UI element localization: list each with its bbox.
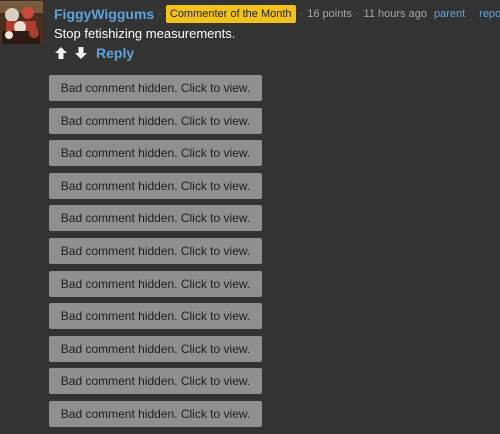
separator: · <box>299 8 304 20</box>
comment-actions: Reply <box>54 44 134 62</box>
arrow-down-icon[interactable] <box>74 46 88 60</box>
hidden-comment-button[interactable]: Bad comment hidden. Click to view. <box>49 140 262 167</box>
avatar-image <box>0 1 43 44</box>
avatar[interactable] <box>0 1 43 44</box>
report-link[interactable]: report <box>479 8 500 20</box>
hidden-comment-button[interactable]: Bad comment hidden. Click to view. <box>49 303 262 330</box>
arrow-up-icon[interactable] <box>54 46 68 60</box>
username-link[interactable]: FiggyWiggums <box>54 6 154 22</box>
hidden-comment-button[interactable]: Bad comment hidden. Click to view. <box>49 75 262 101</box>
points-count: 16 points <box>307 8 352 20</box>
comment-header: FiggyWiggums · Commenter of the Month · … <box>54 5 500 23</box>
hidden-comment-button[interactable]: Bad comment hidden. Click to view. <box>49 107 262 134</box>
hidden-comment-button[interactable]: Bad comment hidden. Click to view. <box>49 368 262 395</box>
hidden-comment-button[interactable]: Bad comment hidden. Click to view. <box>49 400 262 427</box>
hidden-comment-button[interactable]: Bad comment hidden. Click to view. <box>49 335 262 362</box>
comment-text: Stop fetishizing measurements. <box>54 26 236 41</box>
commenter-badge: Commenter of the Month <box>165 5 296 23</box>
separator: · <box>355 8 360 20</box>
hidden-comment-button[interactable]: Bad comment hidden. Click to view. <box>49 172 262 199</box>
reply-button[interactable]: Reply <box>96 45 134 61</box>
parent-link[interactable]: parent <box>434 8 465 20</box>
hidden-comment-button[interactable]: Bad comment hidden. Click to view. <box>49 205 262 232</box>
timestamp: 11 hours ago <box>363 8 427 20</box>
hidden-comments-list: Bad comment hidden. Click to view. Bad c… <box>49 75 262 434</box>
separator: · <box>158 8 162 20</box>
hidden-comment-button[interactable]: Bad comment hidden. Click to view. <box>49 270 262 297</box>
hidden-comment-button[interactable]: Bad comment hidden. Click to view. <box>49 237 262 264</box>
